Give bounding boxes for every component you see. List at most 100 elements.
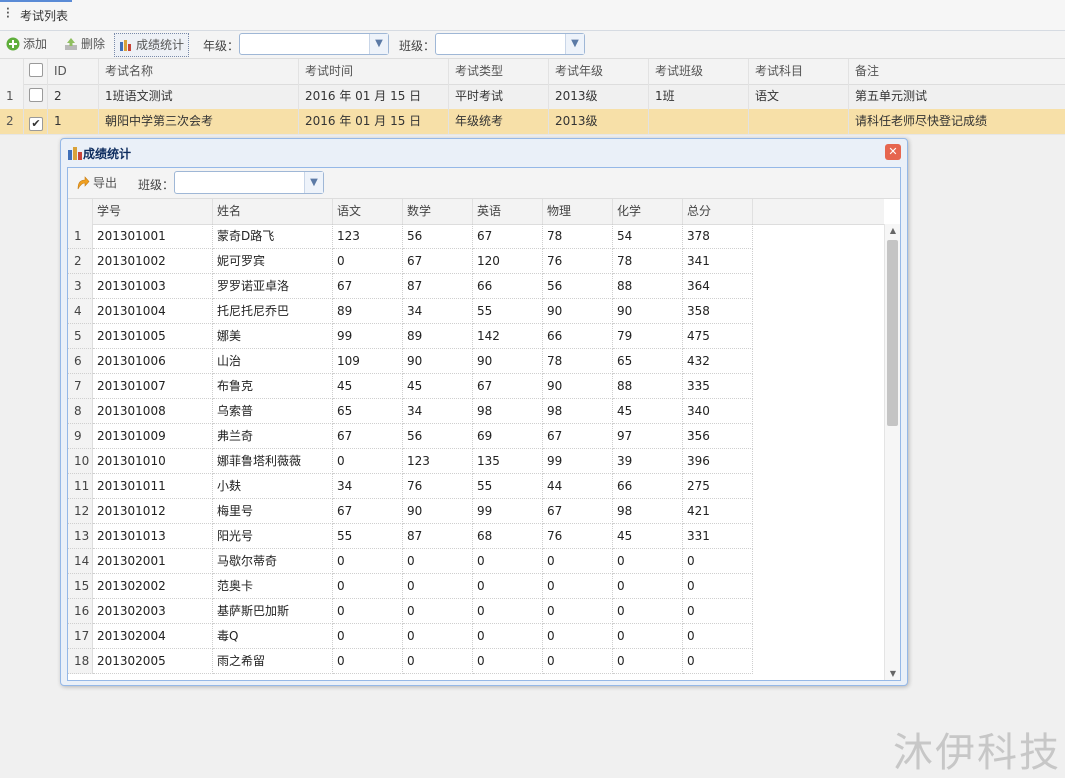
scrollbar-thumb[interactable]	[887, 240, 898, 426]
row-number: 10	[68, 449, 93, 474]
cell-english: 68	[473, 524, 543, 549]
close-icon[interactable]: ✕	[885, 144, 901, 160]
cell-physics: 90	[543, 299, 613, 324]
header-exam-type[interactable]: 考试类型	[449, 59, 549, 84]
header-remarks[interactable]: 备注	[849, 59, 1065, 84]
header-chinese[interactable]: 语文	[333, 199, 403, 224]
table-row[interactable]: 1 201301001 蒙奇D路飞 123 56 67 78 54 378	[68, 224, 884, 249]
tab-menu-icon[interactable]: · · ·	[6, 5, 10, 23]
table-row[interactable]: 15 201302002 范奥卡 0 0 0 0 0 0	[68, 574, 884, 599]
table-row[interactable]: 16 201302003 基萨斯巴加斯 0 0 0 0 0 0	[68, 599, 884, 624]
cell-chemistry: 0	[613, 649, 683, 674]
cell-id: 1	[48, 109, 99, 134]
dialog-class-select[interactable]: ▼	[174, 171, 324, 194]
table-row[interactable]: 3 201301003 罗罗诺亚卓洛 67 87 66 56 88 364	[68, 274, 884, 299]
stats-label: 成绩统计	[136, 38, 185, 52]
cell-math: 123	[403, 449, 473, 474]
export-label: 导出	[93, 176, 118, 190]
header-exam-name[interactable]: 考试名称	[99, 59, 299, 84]
cell-physics: 76	[543, 524, 613, 549]
chevron-down-icon[interactable]: ▼	[304, 172, 323, 193]
chevron-down-icon[interactable]: ▼	[369, 34, 388, 54]
delete-button[interactable]: 删除	[60, 33, 109, 55]
cell-total: 340	[683, 399, 753, 424]
cell-english: 0	[473, 649, 543, 674]
row-number: 1	[68, 224, 93, 249]
cell-physics: 0	[543, 624, 613, 649]
header-exam-class[interactable]: 考试班级	[649, 59, 749, 84]
scroll-up-icon[interactable]: ▲	[885, 224, 900, 238]
row-number: 6	[68, 349, 93, 374]
table-row[interactable]: 2 201301002 妮可罗宾 0 67 120 76 78 341	[68, 249, 884, 274]
table-row[interactable]: 6 201301006 山治 109 90 90 78 65 432	[68, 349, 884, 374]
header-english[interactable]: 英语	[473, 199, 543, 224]
cell-student-name: 蒙奇D路飞	[213, 224, 333, 249]
row-checkbox-cell[interactable]: ✔	[24, 109, 48, 134]
row-number: 17	[68, 624, 93, 649]
table-row[interactable]: 5 201301005 娜美 99 89 142 66 79 475	[68, 324, 884, 349]
stats-button[interactable]: 成绩统计	[114, 33, 190, 57]
header-exam-subject[interactable]: 考试科目	[749, 59, 849, 84]
select-all-checkbox-cell[interactable]	[24, 59, 48, 84]
cell-total: 275	[683, 474, 753, 499]
cell-total: 0	[683, 649, 753, 674]
table-row[interactable]: 9 201301009 弗兰奇 67 56 69 67 97 356	[68, 424, 884, 449]
cell-math: 0	[403, 549, 473, 574]
table-row[interactable]: 8 201301008 乌索普 65 34 98 98 45 340	[68, 399, 884, 424]
cell-student-name: 基萨斯巴加斯	[213, 599, 333, 624]
table-row[interactable]: 14 201302001 马歇尔蒂奇 0 0 0 0 0 0	[68, 549, 884, 574]
table-row[interactable]: 1 2 1班语文测试 2016 年 01 月 15 日 平时考试 2013级 1…	[0, 84, 1065, 110]
cell-exam-class	[649, 109, 749, 134]
row-number: 4	[68, 299, 93, 324]
header-total[interactable]: 总分	[683, 199, 753, 224]
dialog-header[interactable]: 成绩统计 ✕	[61, 139, 907, 167]
tab-exam-list[interactable]: 考试列表	[20, 7, 68, 24]
cell-english: 0	[473, 574, 543, 599]
header-exam-grade[interactable]: 考试年级	[549, 59, 649, 84]
scroll-down-icon[interactable]: ▼	[885, 667, 900, 680]
table-row[interactable]: 10 201301010 娜菲鲁塔利薇薇 0 123 135 99 39 396	[68, 449, 884, 474]
header-student-name[interactable]: 姓名	[213, 199, 333, 224]
table-row[interactable]: 12 201301012 梅里号 67 90 99 67 98 421	[68, 499, 884, 524]
header-id[interactable]: ID	[48, 59, 99, 84]
dialog-class-label: 班级：	[138, 178, 175, 192]
export-button[interactable]: 导出	[72, 172, 121, 194]
select-all-checkbox[interactable]	[29, 63, 43, 77]
row-checkbox-cell[interactable]	[24, 84, 48, 109]
header-physics[interactable]: 物理	[543, 199, 613, 224]
cell-exam-type: 平时考试	[449, 84, 549, 109]
cell-math: 87	[403, 524, 473, 549]
cell-student-id: 201301005	[93, 324, 213, 349]
cell-student-id: 201301012	[93, 499, 213, 524]
vertical-scrollbar[interactable]: ▲ ▼	[884, 224, 900, 680]
table-row[interactable]: 13 201301013 阳光号 55 87 68 76 45 331	[68, 524, 884, 549]
cell-chinese: 67	[333, 274, 403, 299]
row-checkbox-checked[interactable]: ✔	[29, 117, 43, 131]
cell-math: 90	[403, 499, 473, 524]
table-row[interactable]: 18 201302005 雨之希留 0 0 0 0 0 0	[68, 649, 884, 674]
header-exam-time[interactable]: 考试时间	[299, 59, 449, 84]
row-checkbox[interactable]	[29, 88, 43, 102]
cell-student-name: 阳光号	[213, 524, 333, 549]
table-row[interactable]: 4 201301004 托尼托尼乔巴 89 34 55 90 90 358	[68, 299, 884, 324]
rownum-header	[0, 59, 24, 84]
grade-select[interactable]: ▼	[239, 33, 389, 55]
tab-active-indicator	[0, 0, 72, 2]
add-button[interactable]: 添加	[2, 33, 51, 55]
cell-student-name: 娜菲鲁塔利薇薇	[213, 449, 333, 474]
cell-chinese: 45	[333, 374, 403, 399]
chevron-down-icon[interactable]: ▼	[565, 34, 584, 54]
header-math[interactable]: 数学	[403, 199, 473, 224]
table-row[interactable]: 17 201302004 毒Q 0 0 0 0 0 0	[68, 624, 884, 649]
table-row-selected[interactable]: 2 ✔ 1 朝阳中学第三次会考 2016 年 01 月 15 日 年级统考 20…	[0, 109, 1065, 135]
header-chemistry[interactable]: 化学	[613, 199, 683, 224]
table-row[interactable]: 11 201301011 小麸 34 76 55 44 66 275	[68, 474, 884, 499]
cell-chinese: 123	[333, 224, 403, 249]
cell-math: 56	[403, 224, 473, 249]
header-student-id[interactable]: 学号	[93, 199, 213, 224]
table-row[interactable]: 7 201301007 布鲁克 45 45 67 90 88 335	[68, 374, 884, 399]
cell-chinese: 0	[333, 549, 403, 574]
cell-total: 0	[683, 599, 753, 624]
class-select[interactable]: ▼	[435, 33, 585, 55]
cell-student-id: 201301002	[93, 249, 213, 274]
